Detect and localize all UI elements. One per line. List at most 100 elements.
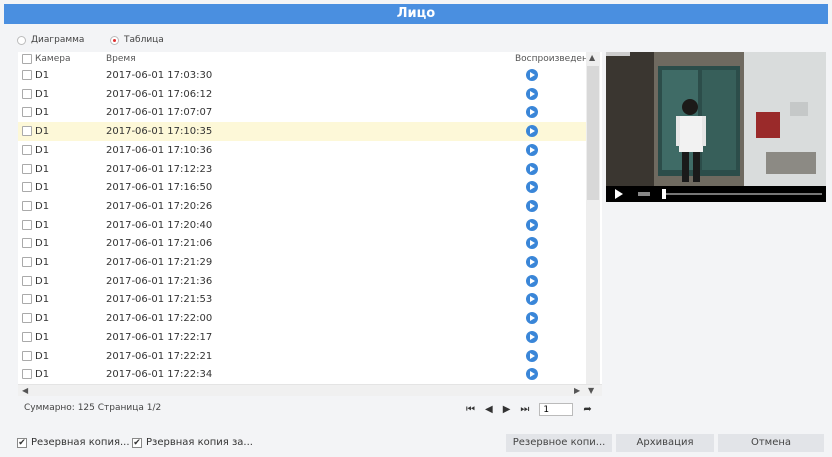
row-checkbox[interactable] <box>22 257 32 267</box>
scroll-left-icon[interactable]: ◀ <box>22 385 28 397</box>
checkbox-checked-icon[interactable]: ✔ <box>132 437 142 448</box>
row-checkbox[interactable] <box>22 107 32 118</box>
row-time: 2017-06-01 17:21:06 <box>106 238 213 250</box>
row-checkbox[interactable] <box>22 350 32 361</box>
prev-page-icon[interactable]: ◀ <box>485 404 493 415</box>
table-row[interactable]: D1 2017-06-01 17:16:50 <box>18 178 586 197</box>
table-row[interactable]: D1 2017-06-01 17:21:36 <box>18 272 586 291</box>
row-time: 2017-06-01 17:20:26 <box>106 200 213 212</box>
table-row[interactable]: D1 2017-06-01 17:07:07 <box>18 103 586 122</box>
backup-option-2[interactable]: ✔ Рзервная копия за... <box>132 437 253 448</box>
play-icon[interactable] <box>526 125 538 138</box>
row-checkbox[interactable] <box>22 238 32 249</box>
scroll-thumb[interactable] <box>587 66 599 200</box>
volume-icon[interactable] <box>638 192 650 196</box>
table-row[interactable]: D1 2017-06-01 17:22:21 <box>18 347 586 366</box>
row-camera: D1 <box>35 238 50 250</box>
play-icon[interactable] <box>526 330 538 343</box>
view-mode-table-label: Таблица <box>124 35 164 45</box>
scroll-up-icon[interactable]: ▲ <box>589 52 595 64</box>
next-page-icon[interactable]: ▶ <box>503 404 511 415</box>
row-time: 2017-06-01 17:03:30 <box>106 70 213 81</box>
select-all-checkbox[interactable] <box>22 54 32 64</box>
table-row[interactable]: D1 2017-06-01 17:21:53 <box>18 290 586 309</box>
table-vertical-scrollbar[interactable]: ▲ <box>586 52 600 384</box>
table-row[interactable]: D1 2017-06-01 17:22:34 <box>18 365 586 384</box>
row-checkbox[interactable] <box>22 144 32 155</box>
play-icon[interactable] <box>614 189 624 199</box>
row-checkbox[interactable] <box>22 313 32 324</box>
table-row[interactable]: D1 2017-06-01 17:22:17 <box>18 328 586 347</box>
play-icon[interactable] <box>526 218 538 231</box>
radio-table-icon[interactable] <box>110 35 119 45</box>
last-page-icon[interactable]: ⏭ <box>520 404 529 415</box>
table-row[interactable]: D1 2017-06-01 17:21:29 <box>18 253 586 272</box>
row-checkbox[interactable] <box>22 70 32 80</box>
play-icon[interactable] <box>526 256 538 268</box>
table-row[interactable]: D1 2017-06-01 17:22:00 <box>18 309 586 328</box>
go-to-page-icon[interactable]: ➦ <box>583 404 591 415</box>
table-row[interactable]: D1 2017-06-01 17:20:26 <box>18 197 586 216</box>
video-progress-bar[interactable] <box>662 193 822 195</box>
table-row[interactable]: D1 2017-06-01 17:10:35 <box>18 122 586 141</box>
row-checkbox[interactable] <box>22 219 32 230</box>
play-icon[interactable] <box>526 181 538 194</box>
backup-option-1[interactable]: ✔ Резервная копия... <box>17 437 130 448</box>
results-table: Камера Время Воспроизведен D1 2017-06-01 … <box>18 52 602 384</box>
pager: ⏮ ◀ ▶ ⏭ ➦ <box>466 403 592 416</box>
play-icon[interactable] <box>526 162 538 175</box>
play-icon[interactable] <box>526 293 538 306</box>
row-checkbox[interactable] <box>22 163 32 174</box>
page-number-input[interactable] <box>539 403 574 416</box>
table-row[interactable]: D1 2017-06-01 17:12:23 <box>18 160 586 179</box>
play-icon[interactable] <box>526 199 538 212</box>
play-icon[interactable] <box>526 237 538 250</box>
row-checkbox[interactable] <box>22 369 32 380</box>
row-checkbox[interactable] <box>22 88 32 99</box>
play-icon[interactable] <box>526 274 538 287</box>
play-icon[interactable] <box>526 87 538 100</box>
play-icon[interactable] <box>526 368 538 381</box>
row-checkbox[interactable] <box>22 275 32 286</box>
video-controls <box>606 186 826 202</box>
backup-button[interactable]: Резервное копи... <box>506 434 612 452</box>
play-icon[interactable] <box>526 349 538 362</box>
archive-button[interactable]: Архивация <box>616 434 714 452</box>
row-camera: D1 <box>35 88 50 100</box>
row-time: 2017-06-01 17:22:34 <box>106 369 213 381</box>
row-checkbox[interactable] <box>22 294 32 305</box>
table-row[interactable]: D1 2017-06-01 17:03:30 <box>18 66 586 85</box>
row-time: 2017-06-01 17:12:23 <box>106 163 213 175</box>
table-row[interactable]: D1 2017-06-01 17:10:36 <box>18 141 586 160</box>
play-icon[interactable] <box>526 143 538 156</box>
column-header-camera[interactable]: Камера <box>35 54 70 64</box>
table-header: Камера Время Воспроизведен <box>18 52 588 66</box>
first-page-icon[interactable]: ⏮ <box>466 404 475 415</box>
cancel-button[interactable]: Отмена <box>718 434 824 452</box>
row-checkbox[interactable] <box>22 182 32 193</box>
row-checkbox[interactable] <box>22 126 32 137</box>
table-row[interactable]: D1 2017-06-01 17:06:12 <box>18 85 586 104</box>
video-progress-handle[interactable] <box>662 189 666 199</box>
row-camera: D1 <box>35 107 50 119</box>
row-time: 2017-06-01 17:20:40 <box>106 219 213 231</box>
column-header-time[interactable]: Время <box>106 54 136 64</box>
backup-option-2-label: Рзервная копия за... <box>146 437 253 448</box>
column-header-playback[interactable]: Воспроизведен <box>515 54 588 64</box>
play-icon[interactable] <box>526 106 538 119</box>
video-preview[interactable] <box>606 52 826 202</box>
checkbox-checked-icon[interactable]: ✔ <box>17 437 27 448</box>
play-icon[interactable] <box>526 312 538 325</box>
row-time: 2017-06-01 17:21:29 <box>106 257 213 268</box>
scroll-right-icon[interactable]: ▶ <box>574 385 580 397</box>
table-row[interactable]: D1 2017-06-01 17:20:40 <box>18 216 586 235</box>
row-checkbox[interactable] <box>22 331 32 342</box>
view-mode-table[interactable]: Таблица <box>110 35 164 45</box>
row-checkbox[interactable] <box>22 200 32 211</box>
table-horizontal-scrollbar[interactable]: ◀ ▶ ▼ <box>18 384 602 396</box>
scroll-down-icon[interactable]: ▼ <box>588 385 594 397</box>
table-row[interactable]: D1 2017-06-01 17:21:06 <box>18 234 586 253</box>
radio-diagram-icon[interactable] <box>17 35 26 45</box>
view-mode-diagram[interactable]: Диаграмма <box>17 35 84 45</box>
play-icon[interactable] <box>526 69 538 81</box>
